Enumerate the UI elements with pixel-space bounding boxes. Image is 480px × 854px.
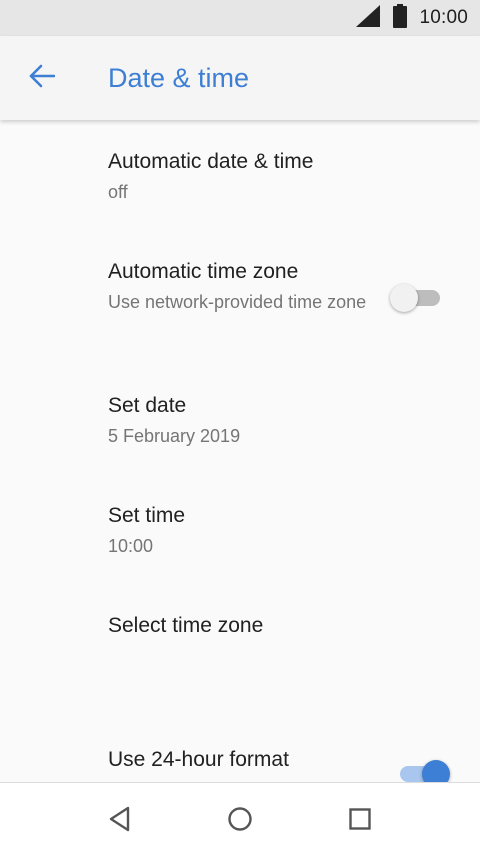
status-indicators: 10:00	[355, 0, 468, 36]
pref-automatic-time-zone[interactable]: Automatic time zone Use network-provided…	[0, 230, 480, 364]
cellular-signal-icon	[355, 4, 381, 33]
pref-title: Select time zone	[108, 614, 264, 637]
use-24-hour-format-switch[interactable]	[388, 756, 450, 782]
pref-title: Automatic date & time	[108, 150, 314, 173]
pref-select-time-zone[interactable]: Select time zone	[0, 584, 480, 704]
pref-set-date[interactable]: Set date 5 February 2019	[0, 364, 480, 474]
back-triangle-icon	[108, 806, 132, 837]
settings-screen: 10:00 Date & time Automatic date & time …	[0, 0, 480, 854]
switch-thumb	[390, 284, 418, 312]
pref-automatic-date-time[interactable]: Automatic date & time off	[0, 120, 480, 230]
pref-title: Set date	[108, 394, 187, 417]
app-bar: Date & time	[0, 36, 480, 120]
pref-title: Set time	[108, 504, 186, 527]
preferences-list: Automatic date & time off Automatic time…	[0, 120, 480, 782]
navigation-bar	[0, 782, 480, 854]
back-button[interactable]	[22, 58, 62, 98]
status-bar: 10:00	[0, 0, 480, 36]
battery-icon	[393, 3, 408, 33]
pref-summary: 5 February 2019	[108, 426, 241, 446]
pref-use-24-hour-format[interactable]: Use 24-hour format	[0, 718, 480, 782]
pref-summary: 10:00	[108, 536, 154, 556]
nav-recents-button[interactable]	[340, 801, 380, 841]
page-title: Date & time	[108, 63, 250, 93]
nav-home-button[interactable]	[220, 801, 260, 841]
automatic-time-zone-switch[interactable]	[388, 280, 440, 314]
nav-back-button[interactable]	[100, 801, 140, 841]
pref-set-time[interactable]: Set time 10:00	[0, 474, 480, 584]
pref-summary: Use network-provided time zone	[108, 292, 367, 312]
pref-title: Use 24-hour format	[108, 748, 289, 771]
switch-thumb	[422, 760, 450, 782]
arrow-back-icon	[29, 64, 56, 93]
status-time: 10:00	[419, 7, 468, 28]
recents-square-icon	[348, 807, 372, 836]
pref-summary: off	[108, 182, 128, 202]
pref-title: Automatic time zone	[108, 260, 299, 283]
home-circle-icon	[227, 806, 253, 837]
